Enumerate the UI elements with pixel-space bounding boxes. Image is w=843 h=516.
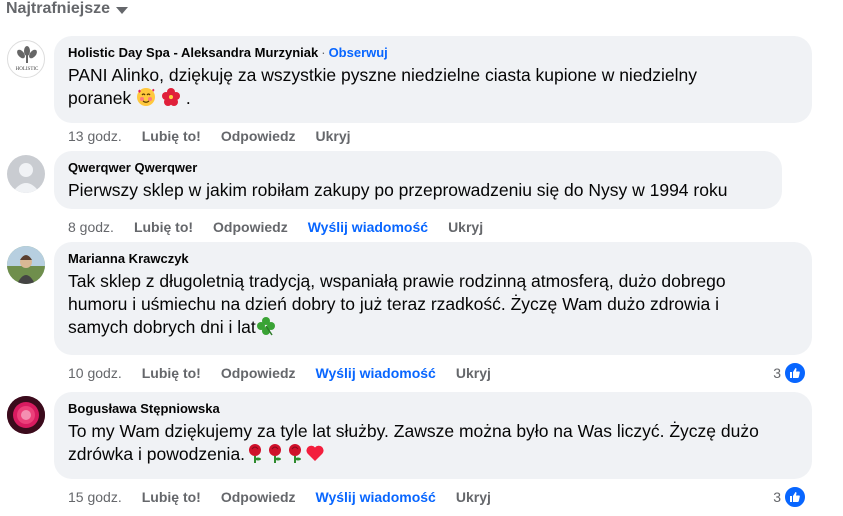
send-message-button[interactable]: Wyślij wiadomość xyxy=(308,218,428,236)
send-message-button[interactable]: Wyślij wiadomość xyxy=(316,364,436,382)
comment-text-line: PANI Alinko, dziękuję za wszystkie pyszn… xyxy=(68,65,698,85)
reaction-summary[interactable]: 3 xyxy=(773,485,807,509)
rose-icon xyxy=(245,443,265,469)
comment-text-line: poranek xyxy=(68,88,132,108)
comment-time[interactable]: 15 godz. xyxy=(68,488,122,506)
reply-button[interactable]: Odpowiedz xyxy=(221,488,296,506)
comment-text-line: zdrówka i powodzenia. xyxy=(68,444,246,464)
hide-button[interactable]: Ukryj xyxy=(448,218,483,236)
comment-text-line: samych dobrych dni i lat xyxy=(68,317,256,337)
rose-icon xyxy=(285,443,305,469)
avatar-logo-text: HOLISTIC xyxy=(16,67,39,72)
comment-actions: 13 godz. Lubię to! Odpowiedz Ukryj xyxy=(68,127,371,145)
follow-link[interactable]: Obserwuj xyxy=(329,45,388,60)
comment-author[interactable]: Marianna Krawczyk xyxy=(68,250,798,268)
comment-text-line: To my Wam dziękujemy za tyle lat służby.… xyxy=(68,421,759,441)
separator-dot: · xyxy=(321,45,326,60)
red-heart-icon xyxy=(305,443,325,469)
comment-actions: 10 godz. Lubię to! Odpowiedz Wyślij wiad… xyxy=(68,364,511,382)
hide-button[interactable]: Ukryj xyxy=(456,488,491,506)
comment-actions: 15 godz. Lubię to! Odpowiedz Wyślij wiad… xyxy=(68,488,511,506)
hide-button[interactable]: Ukryj xyxy=(456,364,491,382)
sort-dropdown[interactable]: Najtrafniejsze xyxy=(6,0,129,18)
comment-time[interactable]: 13 godz. xyxy=(68,127,122,145)
like-button[interactable]: Lubię to! xyxy=(142,127,201,145)
comment-bubble: Marianna Krawczyk Tak sklep z długoletni… xyxy=(54,242,812,355)
comment-text: PANI Alinko, dziękuję za wszystkie pyszn… xyxy=(68,64,798,113)
comment-author[interactable]: Holistic Day Spa - Aleksandra Murzyniak xyxy=(68,45,318,60)
hibiscus-icon xyxy=(161,87,181,113)
hide-button[interactable]: Ukryj xyxy=(316,127,351,145)
send-message-button[interactable]: Wyślij wiadomość xyxy=(316,488,436,506)
comment-text-line: humoru i uśmiechu na dzień dobry to już … xyxy=(68,294,720,314)
comment-text: Pierwszy sklep w jakim robiłam zakupy po… xyxy=(68,180,728,200)
comment-author[interactable]: Bogusława Stępniowska xyxy=(68,400,798,418)
comment-actions: 8 godz. Lubię to! Odpowiedz Wyślij wiado… xyxy=(68,218,503,236)
comment-text-end: . xyxy=(185,88,191,108)
thumbs-up-icon xyxy=(783,485,807,509)
reply-button[interactable]: Odpowiedz xyxy=(213,218,288,236)
rose-icon xyxy=(265,443,285,469)
thumbs-up-icon xyxy=(783,361,807,385)
avatar[interactable] xyxy=(7,246,45,284)
comment-text: Tak sklep z długoletnią tradycją, wspani… xyxy=(68,270,798,342)
reply-button[interactable]: Odpowiedz xyxy=(221,364,296,382)
comment-author[interactable]: Qwerqwer Qwerqwer xyxy=(68,159,768,177)
reaction-summary[interactable]: 3 xyxy=(773,361,807,385)
reaction-count: 3 xyxy=(773,489,781,505)
sort-label: Najtrafniejsze xyxy=(6,0,111,17)
comment-time[interactable]: 10 godz. xyxy=(68,364,122,382)
caret-down-icon xyxy=(116,6,129,14)
comment-bubble: Qwerqwer Qwerqwer Pierwszy sklep w jakim… xyxy=(54,151,782,209)
avatar[interactable] xyxy=(7,155,45,193)
comment-bubble: Bogusława Stępniowska To my Wam dziękuje… xyxy=(54,392,812,479)
smiling-face-with-hearts-icon xyxy=(136,87,156,113)
four-leaf-clover-icon xyxy=(256,316,276,342)
like-button[interactable]: Lubię to! xyxy=(142,488,201,506)
like-button[interactable]: Lubię to! xyxy=(134,218,193,236)
comment-text-line: Tak sklep z długoletnią tradycją, wspani… xyxy=(68,271,726,291)
avatar[interactable]: HOLISTIC xyxy=(7,40,45,78)
reaction-count: 3 xyxy=(773,365,781,381)
comment-text: To my Wam dziękujemy za tyle lat służby.… xyxy=(68,420,798,469)
comment-time[interactable]: 8 godz. xyxy=(68,218,114,236)
reply-button[interactable]: Odpowiedz xyxy=(221,127,296,145)
like-button[interactable]: Lubię to! xyxy=(142,364,201,382)
avatar[interactable] xyxy=(7,396,45,434)
comment-bubble: Holistic Day Spa - Aleksandra Murzyniak ·… xyxy=(54,36,812,123)
